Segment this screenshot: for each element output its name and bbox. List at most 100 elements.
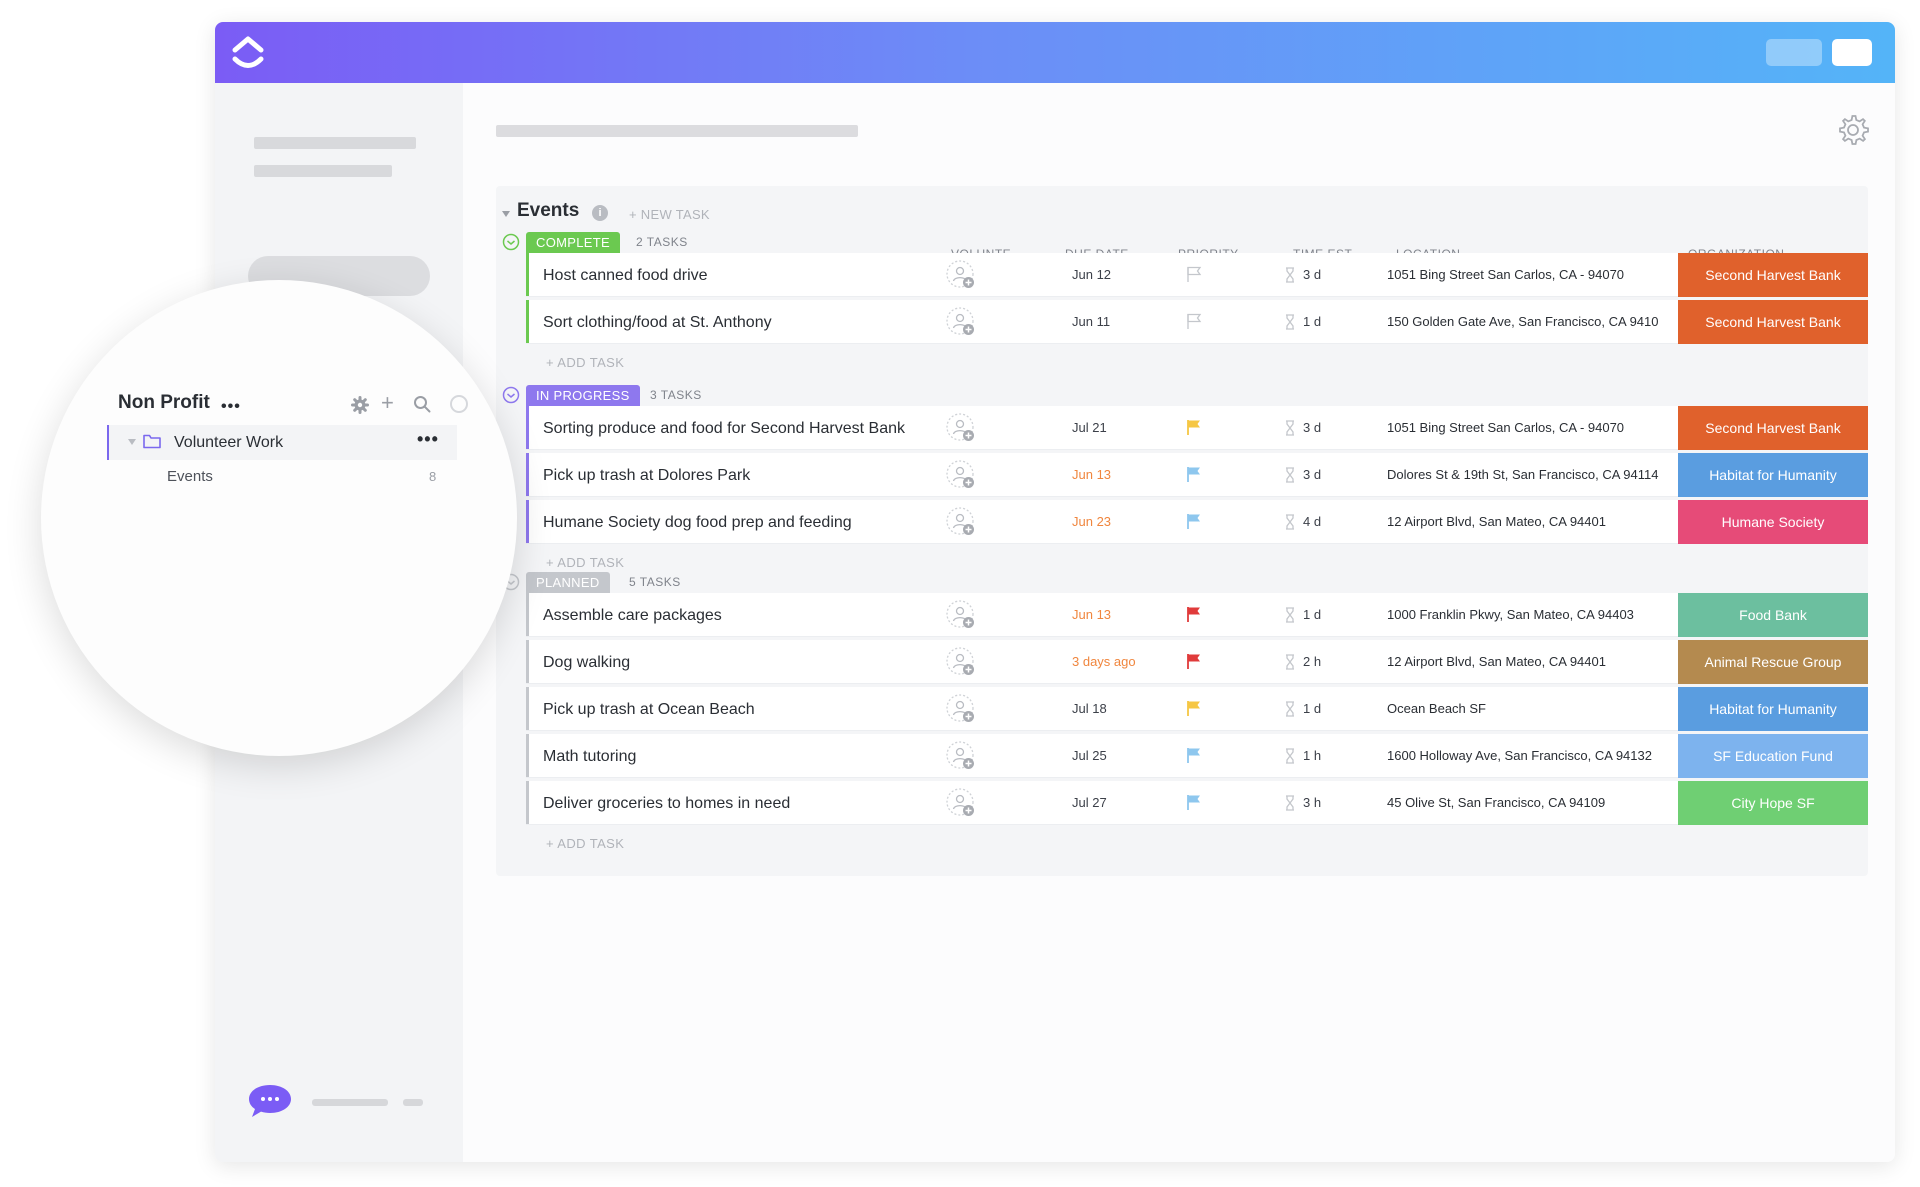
location[interactable]: Dolores St & 19th St, San Francisco, CA … <box>1387 467 1659 482</box>
time-estimate[interactable]: 1 d <box>1303 607 1321 622</box>
task-name[interactable]: Sort clothing/food at St. Anthony <box>543 300 923 344</box>
workspace-more-icon[interactable]: ••• <box>221 398 241 416</box>
add-assignee-icon[interactable] <box>946 260 976 290</box>
location[interactable]: 45 Olive St, San Francisco, CA 94109 <box>1387 795 1659 810</box>
organization-tag[interactable]: Humane Society <box>1678 500 1868 544</box>
location[interactable]: 1051 Bing Street San Carlos, CA - 94070 <box>1387 420 1659 435</box>
topbar-button-primary[interactable] <box>1832 39 1872 66</box>
organization-tag[interactable]: Second Harvest Bank <box>1678 406 1868 450</box>
add-task-button[interactable]: + ADD TASK <box>546 836 624 851</box>
add-assignee-icon[interactable] <box>946 413 976 443</box>
time-estimate[interactable]: 3 d <box>1303 420 1321 435</box>
settings-gear-icon[interactable] <box>1836 113 1870 147</box>
priority-flag-icon[interactable] <box>1186 606 1202 623</box>
priority-flag-icon[interactable] <box>1186 700 1202 717</box>
add-assignee-icon[interactable] <box>946 788 976 818</box>
add-assignee-icon[interactable] <box>946 307 976 337</box>
location[interactable]: 1600 Holloway Ave, San Francisco, CA 941… <box>1387 748 1659 763</box>
gear-icon[interactable] <box>351 396 369 414</box>
due-date[interactable]: Jun 13 <box>1072 607 1111 622</box>
priority-flag-icon[interactable] <box>1186 466 1202 483</box>
location[interactable]: 12 Airport Blvd, San Mateo, CA 94401 <box>1387 514 1659 529</box>
due-date[interactable]: Jul 18 <box>1072 701 1107 716</box>
due-date[interactable]: Jun 13 <box>1072 467 1111 482</box>
location[interactable]: 150 Golden Gate Ave, San Francisco, CA 9… <box>1387 314 1659 329</box>
status-toggle-icon[interactable] <box>502 386 520 404</box>
due-date[interactable]: Jul 27 <box>1072 795 1107 810</box>
plus-icon[interactable]: + <box>381 390 394 416</box>
add-assignee-icon[interactable] <box>946 460 976 490</box>
organization-tag[interactable]: Habitat for Humanity <box>1678 687 1868 731</box>
search-icon[interactable] <box>413 395 431 413</box>
due-date[interactable]: Jun 12 <box>1072 267 1111 282</box>
add-task-button[interactable]: + ADD TASK <box>546 555 624 570</box>
topbar-button-secondary[interactable] <box>1766 39 1822 66</box>
due-date[interactable]: Jun 11 <box>1072 314 1110 329</box>
status-badge[interactable]: PLANNED <box>526 572 610 593</box>
add-assignee-icon[interactable] <box>946 694 976 724</box>
time-estimate[interactable]: 2 h <box>1303 654 1321 669</box>
chat-bubble-icon[interactable] <box>247 1083 293 1119</box>
organization-tag[interactable]: Second Harvest Bank <box>1678 253 1868 297</box>
task-name[interactable]: Pick up trash at Dolores Park <box>543 453 923 497</box>
time-estimate[interactable]: 4 d <box>1303 514 1321 529</box>
task-name[interactable]: Host canned food drive <box>543 253 923 297</box>
task-row[interactable]: Deliver groceries to homes in need Jul 2… <box>526 781 1868 825</box>
info-icon[interactable]: i <box>592 205 608 221</box>
task-row[interactable]: Sort clothing/food at St. Anthony Jun 11… <box>526 300 1868 344</box>
priority-flag-icon[interactable] <box>1186 313 1202 330</box>
due-date[interactable]: Jul 21 <box>1072 420 1107 435</box>
task-row[interactable]: Math tutoring Jul 25 1 h 1600 Holloway Ave… <box>526 734 1868 778</box>
time-estimate[interactable]: 3 h <box>1303 795 1321 810</box>
folder-more-icon[interactable]: ••• <box>417 429 439 450</box>
organization-tag[interactable]: Animal Rescue Group <box>1678 640 1868 684</box>
organization-tag[interactable]: City Hope SF <box>1678 781 1868 825</box>
priority-flag-icon[interactable] <box>1186 794 1202 811</box>
status-badge[interactable]: COMPLETE <box>526 232 620 253</box>
task-row[interactable]: Host canned food drive Jun 12 3 d 1051 Bin… <box>526 253 1868 297</box>
add-assignee-icon[interactable] <box>946 600 976 630</box>
location[interactable]: 12 Airport Blvd, San Mateo, CA 94401 <box>1387 654 1659 669</box>
task-name[interactable]: Sorting produce and food for Second Harv… <box>543 406 923 450</box>
due-date[interactable]: Jul 25 <box>1072 748 1107 763</box>
time-estimate[interactable]: 1 d <box>1303 701 1321 716</box>
sidebar-folder-volunteer-work[interactable]: Volunteer Work ••• <box>107 425 457 460</box>
time-estimate[interactable]: 1 h <box>1303 748 1321 763</box>
task-row[interactable]: Humane Society dog food prep and feeding… <box>526 500 1868 544</box>
organization-tag[interactable]: SF Education Fund <box>1678 734 1868 778</box>
task-name[interactable]: Assemble care packages <box>543 593 923 637</box>
organization-tag[interactable]: Food Bank <box>1678 593 1868 637</box>
priority-flag-icon[interactable] <box>1186 653 1202 670</box>
task-row[interactable]: Assemble care packages Jun 13 1 d 1000 Fra… <box>526 593 1868 637</box>
sidebar-list-events[interactable]: Events <box>167 468 213 485</box>
priority-flag-icon[interactable] <box>1186 513 1202 530</box>
task-name[interactable]: Deliver groceries to homes in need <box>543 781 923 825</box>
add-task-button[interactable]: + ADD TASK <box>546 355 624 370</box>
due-date[interactable]: 3 days ago <box>1072 654 1136 669</box>
chevron-down-icon[interactable] <box>127 438 137 446</box>
location[interactable]: 1051 Bing Street San Carlos, CA - 94070 <box>1387 267 1659 282</box>
priority-flag-icon[interactable] <box>1186 266 1202 283</box>
task-row[interactable]: Pick up trash at Dolores Park Jun 13 3 d D… <box>526 453 1868 497</box>
clickup-logo-icon[interactable] <box>229 32 267 74</box>
priority-flag-icon[interactable] <box>1186 419 1202 436</box>
organization-tag[interactable]: Second Harvest Bank <box>1678 300 1868 344</box>
status-toggle-icon[interactable] <box>502 233 520 251</box>
due-date[interactable]: Jun 23 <box>1072 514 1111 529</box>
time-estimate[interactable]: 3 d <box>1303 467 1321 482</box>
task-row[interactable]: Dog walking 3 days ago 2 h 12 Airport Blvd… <box>526 640 1868 684</box>
task-row[interactable]: Sorting produce and food for Second Harv… <box>526 406 1868 450</box>
add-assignee-icon[interactable] <box>946 647 976 677</box>
add-assignee-icon[interactable] <box>946 741 976 771</box>
location[interactable]: Ocean Beach SF <box>1387 701 1659 716</box>
add-assignee-icon[interactable] <box>946 507 976 537</box>
status-badge[interactable]: IN PROGRESS <box>526 385 640 406</box>
time-estimate[interactable]: 1 d <box>1303 314 1321 329</box>
task-name[interactable]: Humane Society dog food prep and feeding <box>543 500 923 544</box>
task-name[interactable]: Dog walking <box>543 640 923 684</box>
time-estimate[interactable]: 3 d <box>1303 267 1321 282</box>
task-name[interactable]: Math tutoring <box>543 734 923 778</box>
priority-flag-icon[interactable] <box>1186 747 1202 764</box>
new-task-button[interactable]: + NEW TASK <box>629 207 710 222</box>
location[interactable]: 1000 Franklin Pkwy, San Mateo, CA 94403 <box>1387 607 1659 622</box>
